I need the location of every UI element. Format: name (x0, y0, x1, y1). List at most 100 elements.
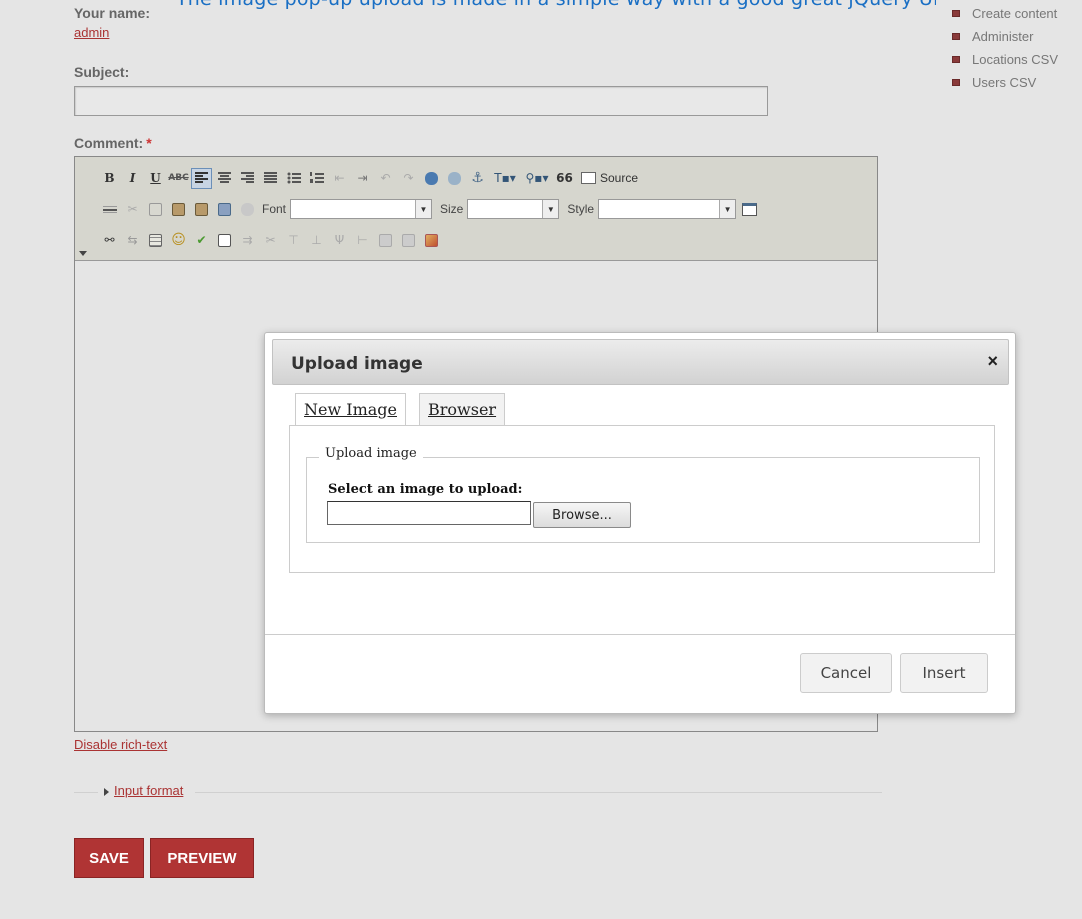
insert-col-after-button[interactable]: ⊢ (352, 230, 373, 251)
insert-row-before-icon: ⊤ (288, 233, 299, 247)
replace-icon: ⇆ (127, 233, 138, 247)
menu-bullet-icon (952, 10, 960, 17)
bullet-list-button[interactable] (283, 168, 304, 189)
toolbar-row-2: ✂ Font ▼ Size ▼ Style ▼ (99, 196, 762, 222)
menu-item-label: Locations CSV (972, 52, 1058, 67)
source-button[interactable]: Source (581, 171, 638, 185)
paste-word-button[interactable] (214, 199, 235, 220)
menu-bullet-icon (952, 79, 960, 86)
delete-col-button[interactable] (398, 230, 419, 251)
your-name-label: Your name: (74, 5, 150, 21)
insert-col-before-icon: Ψ (334, 233, 345, 247)
delete-row-button[interactable] (375, 230, 396, 251)
align-left-button[interactable] (191, 167, 212, 189)
spellcheck-button[interactable]: ✔ (191, 230, 212, 251)
collapse-toolbar-icon[interactable] (79, 251, 87, 256)
subject-label: Subject: (74, 64, 130, 80)
save-button[interactable]: SAVE (74, 838, 144, 878)
style-select[interactable]: ▼ (598, 199, 737, 219)
globe-link-icon (425, 171, 438, 185)
maximize-icon (742, 202, 758, 216)
subject-input[interactable] (74, 86, 768, 116)
disable-richtext-link[interactable]: Disable rich-text (74, 737, 167, 752)
italic-button[interactable]: I (122, 168, 143, 189)
table-button[interactable] (145, 230, 166, 251)
required-mark: * (146, 135, 152, 151)
bullet-list-icon (287, 172, 301, 184)
tab-browser[interactable]: Browser (419, 393, 506, 425)
dialog-tabs: New Image Browser (295, 393, 518, 425)
your-name-link[interactable]: admin (74, 25, 109, 40)
browse-button[interactable]: Browse... (533, 502, 631, 528)
menu-item-administer[interactable]: Administer (946, 25, 1082, 48)
link-button[interactable] (421, 168, 442, 189)
horizontal-rule-button[interactable] (99, 199, 120, 220)
tab-new-image[interactable]: New Image (295, 393, 406, 425)
remove-format-button[interactable] (237, 199, 258, 220)
insert-col-after-icon: ⊢ (357, 233, 368, 247)
underline-button[interactable]: U (145, 168, 166, 189)
outdent-button[interactable]: ⇤ (329, 168, 350, 189)
preview-button[interactable]: PREVIEW (150, 838, 254, 878)
undo-icon[interactable]: ↶ (375, 168, 396, 189)
menu-item-locations-csv[interactable]: Locations CSV (946, 48, 1082, 71)
insert-button[interactable]: Insert (900, 653, 988, 693)
font-select[interactable]: ▼ (290, 199, 433, 219)
paste-word-icon (218, 202, 231, 216)
remove-format-icon (241, 202, 254, 216)
anchor-button[interactable]: ⚓ (467, 168, 488, 189)
cut-icon[interactable]: ✂ (122, 199, 143, 220)
close-icon[interactable]: × (987, 351, 998, 372)
split-cells-button[interactable]: ✂ (260, 230, 281, 251)
input-format-label: Input format (114, 783, 184, 798)
input-format-toggle[interactable]: Input format (98, 783, 196, 798)
find-button[interactable]: ⚯ (99, 230, 120, 251)
menu-item-users-csv[interactable]: Users CSV (946, 71, 1082, 94)
smiley-button[interactable]: ☺ (168, 230, 189, 251)
size-select[interactable]: ▼ (467, 199, 560, 219)
insert-row-after-button[interactable]: ⊥ (306, 230, 327, 251)
quote-icon: 66 (556, 171, 573, 185)
cancel-button[interactable]: Cancel (800, 653, 892, 693)
copy-icon (149, 202, 162, 216)
align-right-button[interactable] (237, 168, 258, 189)
paste-text-button[interactable] (191, 199, 212, 220)
paste-icon (172, 202, 185, 216)
insert-col-before-button[interactable]: Ψ (329, 230, 350, 251)
iframe-button[interactable] (214, 230, 235, 251)
menu-item-label: Administer (972, 29, 1034, 44)
copy-button[interactable] (145, 199, 166, 220)
strikethrough-button[interactable]: ABC (168, 168, 189, 189)
bold-button[interactable]: B (99, 168, 120, 189)
numbered-list-button[interactable] (306, 168, 327, 189)
redo-icon[interactable]: ↷ (398, 168, 419, 189)
replace-button[interactable]: ⇆ (122, 230, 143, 251)
numbered-list-icon (309, 172, 324, 183)
image-button[interactable] (421, 230, 442, 251)
maximize-button[interactable] (739, 199, 760, 220)
indent-button[interactable]: ⇥ (352, 168, 373, 189)
toolbar-row-3: ⚯ ⇆ ☺ ✔ ⇉ ✂ ⊤ ⊥ Ψ ⊢ (99, 227, 444, 253)
toolbar-row-1: B I U ABC ⇤ ⇥ ↶ ↷ ⚓ T▪▾ ⚲▪▾ 66 Source (99, 165, 638, 191)
unlink-button[interactable] (444, 168, 465, 189)
file-path-input[interactable] (327, 501, 531, 525)
comment-label-text: Comment: (74, 135, 144, 151)
bg-color-button[interactable]: ⚲▪▾ (522, 168, 552, 189)
paste-button[interactable] (168, 199, 189, 220)
align-right-icon (241, 172, 254, 183)
align-center-icon (218, 172, 231, 183)
chevron-down-icon: ▼ (719, 200, 736, 218)
image-icon (425, 233, 438, 247)
source-label: Source (600, 171, 639, 185)
horizontal-rule-icon (102, 206, 117, 213)
insert-row-before-button[interactable]: ⊤ (283, 230, 304, 251)
merge-cells-button[interactable]: ⇉ (237, 230, 258, 251)
upload-fieldset: Upload image Select an image to upload: … (306, 446, 980, 543)
menu-item-create-content[interactable]: Create content (946, 2, 1082, 25)
justify-button[interactable] (260, 168, 281, 189)
text-color-button[interactable]: T▪▾ (490, 168, 520, 189)
align-center-button[interactable] (214, 168, 235, 189)
dialog-title: Upload image (291, 354, 423, 374)
blockquote-button[interactable]: 66 (554, 168, 575, 189)
menu-bullet-icon (952, 33, 960, 40)
